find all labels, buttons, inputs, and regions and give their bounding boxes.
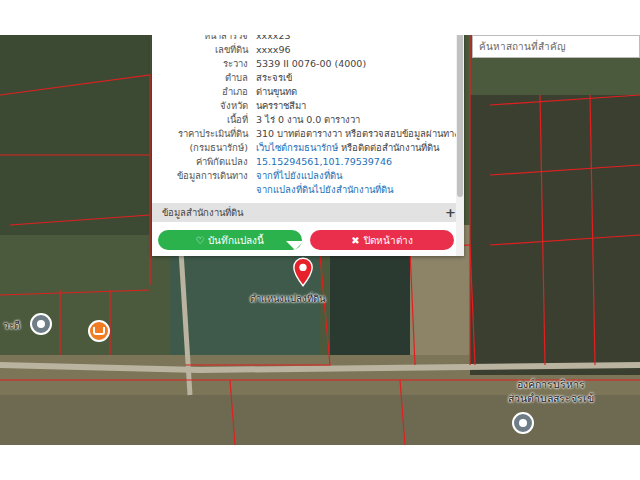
popup-button[interactable]: ✖ปิดหน้าต่าง (310, 230, 454, 250)
parcel-popup: หน้าสำรวจxxxx23เลขที่ดินxxxx96ระวาง5339 … (152, 35, 464, 256)
info-row: เลขที่ดินxxxx96 (152, 43, 454, 57)
info-value: หรือติดต่อสำนักงานที่ดิน (338, 142, 439, 153)
info-row: จังหวัดนครราชสีมา (152, 99, 454, 113)
expand-icon[interactable]: + (445, 205, 456, 220)
search-field[interactable]: ค้นหาสถานที่สำคัญ (472, 35, 640, 58)
info-value: สระจรเข้ (256, 72, 292, 83)
button-icon: ♡ (196, 235, 205, 246)
info-row: หน้าสำรวจxxxx23 (152, 35, 454, 43)
info-row: ข้อมูลการเดินทางจากที่ไปยังแปลงที่ดิน (152, 169, 454, 183)
info-value: xxxx23 (256, 35, 291, 41)
info-value: ด่านขุนทด (256, 86, 297, 97)
place-label: วะดี (3, 318, 20, 333)
info-row: จากแปลงที่ดินไปยังสำนักงานที่ดิน (152, 183, 454, 197)
info-row: ระวาง5339 II 0076-00 (4000) (152, 57, 454, 71)
map[interactable]: ค้นหาสถานที่สำคัญ หน้าสำรวจxxxx23เลขที่ดิ… (0, 35, 640, 445)
info-row: ค่าพิกัดแปลง15.15294561,101.79539746 (152, 155, 454, 169)
info-row: ราคาประเมินที่ดิน310 บาทต่อตารางวา หรือต… (152, 127, 454, 141)
popup-button[interactable]: ♡บันทึกแปลงนี้ (158, 230, 302, 250)
info-link[interactable]: จากแปลงที่ดินไปยังสำนักงานที่ดิน (256, 184, 393, 195)
cafe-marker-icon[interactable] (88, 320, 110, 342)
info-value: 3 ไร่ 0 งาน 0.0 ตารางวา (256, 114, 360, 125)
button-icon: ✖ (351, 235, 359, 246)
office-marker-icon[interactable] (512, 412, 534, 434)
info-value: xxxx96 (256, 44, 291, 55)
info-row: อำเภอด่านขุนทด (152, 85, 454, 99)
pin-label: ตำแหน่งแปลงที่ดิน (250, 291, 325, 306)
info-link[interactable]: เว็บไซต์กรมธนารักษ์ (256, 142, 338, 153)
info-value: 310 บาทต่อตารางวา หรือตรวจสอบข้อมูลผ่านท… (256, 128, 459, 139)
info-row: (กรมธนารักษ์)เว็บไซต์กรมธนารักษ์ หรือติด… (152, 141, 454, 155)
page: ค้นหาสถานที่สำคัญ หน้าสำรวจxxxx23เลขที่ดิ… (0, 0, 640, 480)
office-section[interactable]: ข้อมูลสำนักงานที่ดิน+ (152, 203, 464, 222)
info-row: เนื้อที่3 ไร่ 0 งาน 0.0 ตารางวา (152, 113, 454, 127)
info-row: ตำบลสระจรเข้ (152, 71, 454, 85)
info-value: นครราชสีมา (256, 100, 306, 111)
info-value: 5339 II 0076-00 (4000) (256, 58, 366, 69)
info-link[interactable]: 15.15294561,101.79539746 (256, 156, 392, 167)
place-marker-icon[interactable] (30, 313, 52, 335)
office-label: องค์การบริหารส่วนตำบลสระจรเข้ (508, 377, 594, 405)
scrollbar[interactable] (456, 35, 464, 256)
popup-arrow-icon (286, 241, 304, 250)
map-pin-icon[interactable] (292, 257, 314, 287)
info-link[interactable]: จากที่ไปยังแปลงที่ดิน (256, 170, 342, 181)
